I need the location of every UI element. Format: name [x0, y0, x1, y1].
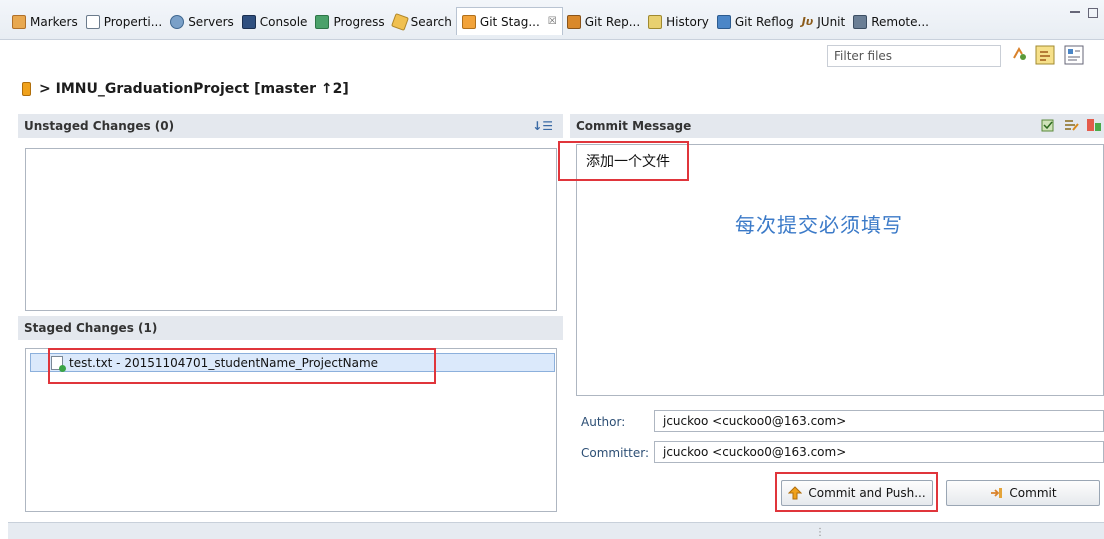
commit-label: Commit — [1009, 486, 1057, 500]
staged-file-icon — [51, 355, 66, 372]
commit-and-push-label: Commit and Push... — [808, 486, 926, 500]
servers-icon — [170, 15, 185, 29]
tab-git-staging[interactable]: Git Stag... ☒ — [455, 7, 563, 35]
author-field[interactable]: jcuckoo <cuckoo0@163.com> — [654, 410, 1104, 432]
commit-message-title: Commit Message — [576, 119, 692, 133]
staged-item-label: test.txt - 20151104701_studentName_Proje… — [69, 355, 379, 370]
tab-console[interactable]: Console — [238, 11, 312, 33]
tab-properties[interactable]: Properti... — [82, 11, 166, 33]
tab-label: Console — [259, 15, 308, 29]
unstaged-title: Unstaged Changes (0) — [24, 119, 175, 133]
properties-icon — [85, 15, 100, 29]
staged-list-item[interactable]: test.txt - 20151104701_studentName_Proje… — [30, 353, 555, 372]
tab-label: Properti... — [103, 15, 163, 29]
repository-icon — [22, 82, 31, 96]
maximize-icon[interactable] — [1088, 8, 1098, 18]
commit-button[interactable]: Commit — [946, 480, 1100, 506]
tab-git-repositories[interactable]: Git Rep... — [563, 11, 644, 33]
status-strip — [8, 522, 1104, 539]
tab-remote[interactable]: Remote... — [849, 11, 933, 33]
staged-header: Staged Changes (1) — [18, 316, 563, 340]
sort-icon[interactable]: ↓☰ — [532, 119, 553, 133]
git-staging-icon — [461, 14, 476, 29]
amend-commit-icon[interactable] — [1063, 117, 1079, 133]
commit-message-text[interactable]: 添加一个文件 — [586, 151, 670, 171]
unstaged-list[interactable] — [25, 148, 557, 311]
view-tabs: Markers Properti... Servers Console Progress… — [8, 7, 933, 35]
tab-junit[interactable]: Jυ JUnit — [798, 11, 850, 33]
markers-icon — [12, 15, 26, 29]
tab-progress[interactable]: Progress — [311, 11, 388, 33]
tab-label: Search — [410, 15, 452, 29]
remote-icon — [853, 15, 868, 29]
tab-label: Remote... — [871, 15, 929, 29]
view-tab-bar: Markers Properti... Servers Console Progress… — [0, 0, 1104, 40]
tab-label: Servers — [188, 15, 234, 29]
author-label: Author: — [581, 415, 626, 429]
tab-servers[interactable]: Servers — [166, 11, 238, 33]
change-id-icon[interactable] — [1086, 117, 1102, 133]
compare-mode-icon[interactable] — [1034, 44, 1056, 66]
git-staging-view: { "tabs": [ {"label": "Markers", "icon":… — [0, 0, 1104, 539]
commit-icon — [989, 486, 1003, 500]
presentation-icon[interactable] — [1063, 44, 1085, 66]
commit-and-push-button[interactable]: Commit and Push... — [781, 480, 933, 506]
tab-search[interactable]: Search — [389, 11, 456, 33]
commit-message-header: Commit Message — [570, 114, 1104, 138]
tab-label: Markers — [30, 15, 78, 29]
history-icon — [648, 15, 663, 29]
minimize-icon[interactable] — [1070, 11, 1080, 15]
search-icon — [390, 13, 409, 31]
tab-label: Git Rep... — [584, 15, 641, 29]
filter-files-input[interactable]: Filter files — [827, 45, 1001, 67]
unstaged-header: Unstaged Changes (0) ↓☰ — [18, 114, 563, 138]
refresh-icon[interactable] — [1008, 44, 1030, 66]
sash-grip-icon[interactable]: ⋮ — [815, 527, 825, 538]
tab-history[interactable]: History — [644, 11, 713, 33]
tab-git-reflog[interactable]: Git Reflog — [713, 11, 798, 33]
committer-field[interactable]: jcuckoo <cuckoo0@163.com> — [654, 441, 1104, 463]
staged-title: Staged Changes (1) — [24, 321, 158, 335]
repository-header: > IMNU_GraduationProject [master ↑2] — [22, 81, 349, 97]
staged-list[interactable]: test.txt - 20151104701_studentName_Proje… — [25, 348, 557, 512]
window-controls — [1070, 8, 1098, 18]
commit-push-icon — [788, 486, 803, 500]
git-reflog-icon — [716, 15, 731, 29]
tab-label: JUnit — [817, 15, 846, 29]
close-tab-icon[interactable]: ☒ — [548, 16, 557, 27]
git-repositories-icon — [566, 15, 581, 29]
tab-label: Git Stag... — [479, 14, 540, 29]
committer-label: Committer: — [581, 446, 649, 460]
console-icon — [241, 15, 256, 29]
tab-label: History — [666, 15, 709, 29]
tab-label: Git Reflog — [734, 15, 794, 29]
tab-markers[interactable]: Markers — [8, 11, 82, 33]
add-signed-off-icon[interactable] — [1040, 117, 1056, 133]
junit-icon: Jυ — [801, 15, 814, 28]
tab-label: Progress — [333, 15, 385, 29]
commit-message-editor[interactable]: 添加一个文件 每次提交必须填写 — [576, 144, 1104, 396]
progress-icon — [315, 15, 330, 29]
repository-label: > IMNU_GraduationProject [master ↑2] — [39, 81, 349, 97]
commit-message-hint: 每次提交必须填写 — [735, 213, 903, 237]
